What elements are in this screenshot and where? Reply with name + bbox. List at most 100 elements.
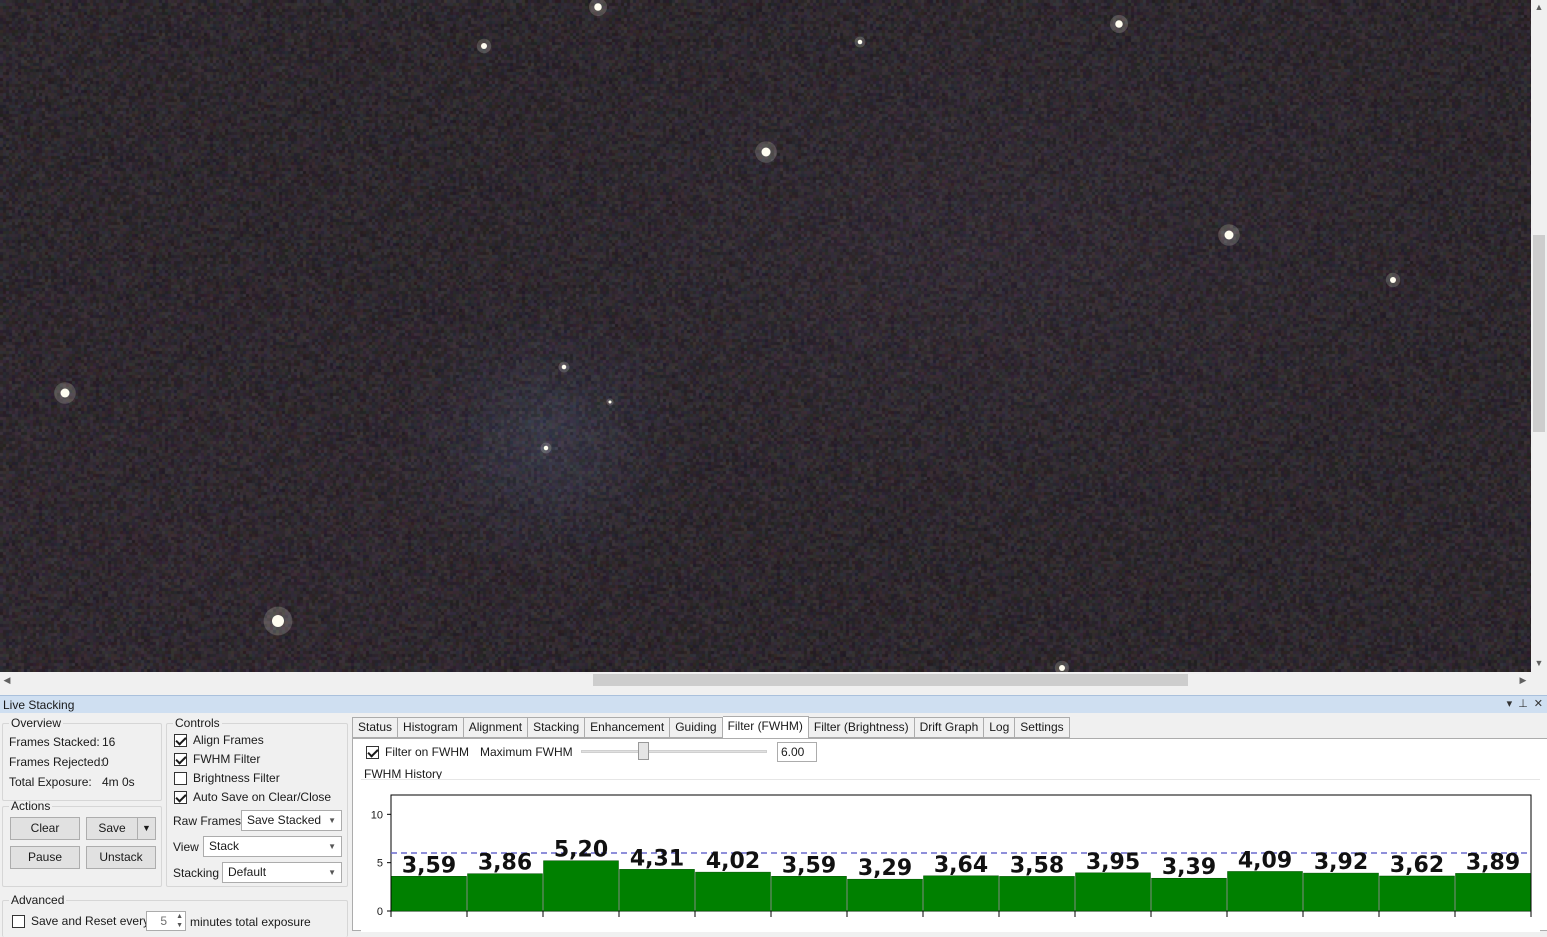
tab-log[interactable]: Log <box>984 717 1016 738</box>
fwhm-value-label: 3,58 <box>1010 853 1064 878</box>
align-frames-checkbox-box[interactable] <box>174 733 187 747</box>
filter-on-fwhm-label: Filter on FWHM <box>385 745 469 759</box>
maximum-fwhm-slider-thumb[interactable] <box>638 742 649 760</box>
star <box>761 147 771 157</box>
live-stacking-panel-header: Live Stacking ▾ ⊥ ✕ <box>0 695 1547 713</box>
fwhm-history-chart-svg: 0 5 10 3,59 3,86 5,20 4,31 4,02 3,59 3,29 3,64 3,58… <box>371 794 1532 918</box>
align-frames-checkbox[interactable]: Align Frames <box>174 733 264 747</box>
tab-alignment[interactable]: Alignment <box>463 717 529 738</box>
fwhm-bar <box>923 875 999 912</box>
star <box>1390 277 1396 283</box>
tab-enhancement[interactable]: Enhancement <box>585 717 671 738</box>
maximum-fwhm-input[interactable]: 6.00 <box>777 742 817 762</box>
fwhm-value-label: 3,89 <box>1466 850 1520 875</box>
tab-histogram[interactable]: Histogram <box>398 717 464 738</box>
star <box>1115 20 1123 28</box>
tab-strip: Status Histogram Alignment Stacking Enhancem… <box>352 716 1070 739</box>
maximum-fwhm-value: 6.00 <box>781 745 805 759</box>
fwhm-value-label: 4,02 <box>706 849 760 874</box>
minutes-suffix: minutes total exposure <box>190 915 311 929</box>
tab-stacking[interactable]: Stacking <box>528 717 586 738</box>
y-tick-label: 5 <box>377 858 383 870</box>
save-reset-label: Save and Reset every <box>31 914 150 928</box>
brightness-filter-checkbox[interactable]: Brightness Filter <box>174 771 280 785</box>
view-label: View <box>173 840 199 854</box>
live-stacking-panel: Overview Frames Stacked: 16 Frames Rejec… <box>0 713 1547 937</box>
save-reset-checkbox-box[interactable] <box>12 914 25 928</box>
unstack-button[interactable]: Unstack <box>86 846 156 869</box>
stacked-image-viewer[interactable] <box>0 0 1531 672</box>
vertical-scroll-thumb[interactable] <box>1533 235 1545 432</box>
actions-group: Actions <box>2 799 162 887</box>
fwhm-filter-label: FWHM Filter <box>193 752 261 766</box>
star <box>543 445 549 451</box>
auto-save-label: Auto Save on Clear/Close <box>193 790 332 804</box>
stepper-arrows-icon[interactable]: ▲ ▼ <box>176 912 183 930</box>
fwhm-value-label: 3,92 <box>1314 850 1368 875</box>
horizontal-scrollbar[interactable]: ◀ ▶ <box>0 672 1531 688</box>
raw-frames-select[interactable]: Save Stacked ▼ <box>241 810 342 831</box>
star-field <box>54 0 1401 672</box>
view-select[interactable]: Stack ▼ <box>203 836 342 857</box>
tab-status[interactable]: Status <box>352 717 399 738</box>
chevron-down-icon: ▼ <box>142 823 151 833</box>
clear-button[interactable]: Clear <box>10 817 80 840</box>
view-value: Stack <box>209 839 240 853</box>
stacking-value: Default <box>228 865 267 879</box>
fwhm-filter-checkbox-box[interactable] <box>174 752 187 766</box>
tab-filter-fwhm[interactable]: Filter (FWHM) <box>722 716 809 739</box>
tab-filter-brightness[interactable]: Filter (Brightness) <box>808 717 915 738</box>
stacking-select[interactable]: Default ▼ <box>222 862 342 883</box>
frames-rejected-label: Frames Rejected: <box>9 755 104 769</box>
frames-rejected-value: 0 <box>102 755 109 769</box>
fwhm-history-chart: 0 5 10 3,59 3,86 5,20 4,31 4,02 3,59 3,29 3,64 3,58… <box>361 779 1540 932</box>
close-icon[interactable]: ✕ <box>1534 696 1543 713</box>
vertical-scrollbar[interactable]: ▲ ▼ <box>1531 0 1547 672</box>
fwhm-filter-checkbox[interactable]: FWHM Filter <box>174 752 260 766</box>
fwhm-value-label: 3,86 <box>478 851 532 876</box>
save-reset-checkbox[interactable]: Save and Reset every <box>12 914 149 928</box>
pin-icon[interactable]: ⊥ <box>1518 696 1528 713</box>
scroll-down-icon[interactable]: ▼ <box>1531 656 1547 670</box>
fwhm-bar <box>543 860 619 912</box>
scroll-corner <box>1531 672 1547 688</box>
pause-button[interactable]: Pause <box>10 846 80 869</box>
tab-drift-graph[interactable]: Drift Graph <box>914 717 985 738</box>
panel-menu-icon[interactable]: ▾ <box>1507 696 1513 713</box>
brightness-filter-checkbox-box[interactable] <box>174 771 187 785</box>
frames-stacked-value: 16 <box>102 735 116 749</box>
y-tick-label: 10 <box>371 809 383 821</box>
star <box>481 43 487 49</box>
fwhm-bar <box>1455 873 1531 912</box>
horizontal-scroll-thumb[interactable] <box>593 674 1188 686</box>
chevron-down-icon: ▼ <box>328 868 336 877</box>
save-button[interactable]: Save <box>86 817 138 840</box>
star <box>608 400 612 404</box>
fwhm-value-label: 5,20 <box>554 838 608 863</box>
y-tick-label: 0 <box>377 906 383 918</box>
auto-save-checkbox-box[interactable] <box>174 790 187 804</box>
auto-save-checkbox[interactable]: Auto Save on Clear/Close <box>174 790 331 804</box>
save-dropdown-button[interactable]: ▼ <box>137 817 156 840</box>
total-exposure-label: Total Exposure: <box>9 775 92 789</box>
panel-title: Live Stacking <box>3 698 75 712</box>
align-frames-label: Align Frames <box>193 733 264 747</box>
star <box>1224 230 1234 240</box>
fwhm-value-label: 3,59 <box>782 853 836 878</box>
fwhm-bar <box>1303 872 1379 912</box>
minutes-stepper[interactable]: 5 ▲ ▼ <box>146 911 186 931</box>
scroll-right-icon[interactable]: ▶ <box>1516 672 1530 688</box>
maximum-fwhm-slider[interactable] <box>581 750 767 753</box>
fwhm-bar <box>1379 875 1455 912</box>
fwhm-bar <box>619 869 695 912</box>
controls-legend: Controls <box>175 716 220 730</box>
chevron-down-icon: ▼ <box>328 816 336 825</box>
filter-on-fwhm-checkbox[interactable]: Filter on FWHM <box>366 745 469 759</box>
scroll-up-icon[interactable]: ▲ <box>1531 0 1547 14</box>
filter-on-fwhm-checkbox-box[interactable] <box>366 745 379 759</box>
tab-settings[interactable]: Settings <box>1015 717 1070 738</box>
tab-guiding[interactable]: Guiding <box>670 717 723 738</box>
scroll-left-icon[interactable]: ◀ <box>0 672 14 688</box>
fwhm-value-label: 4,31 <box>630 846 684 871</box>
star <box>561 364 567 370</box>
